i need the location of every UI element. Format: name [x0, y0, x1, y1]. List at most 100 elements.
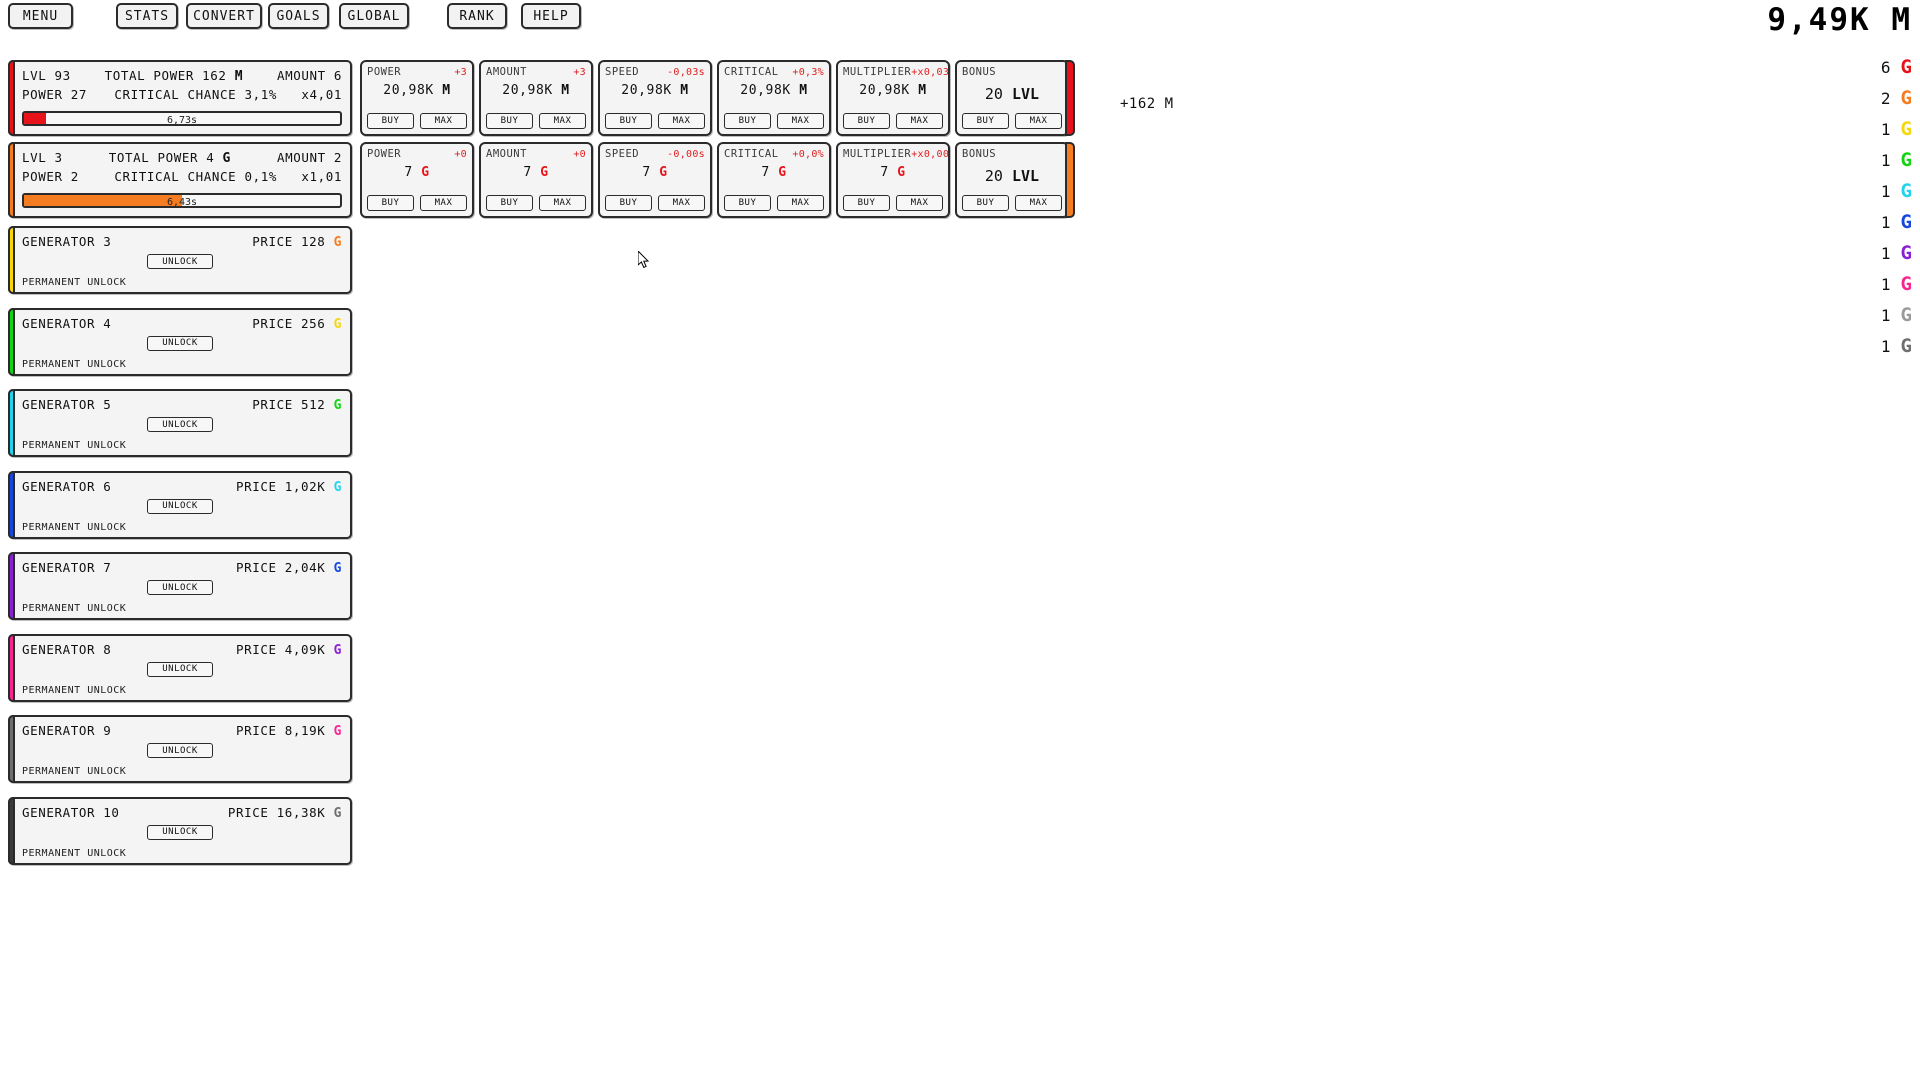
upgrade-cost: 7 G: [367, 165, 467, 180]
max-button[interactable]: MAX: [539, 195, 586, 211]
max-button[interactable]: MAX: [896, 113, 943, 129]
buy-button[interactable]: BUY: [486, 113, 533, 129]
bonus-card[interactable]: BONUS 20 LVL BUY MAX: [955, 142, 1069, 218]
upgrade-card-amount[interactable]: AMOUNT +0 7 G BUY MAX: [479, 142, 593, 218]
upgrade-buttons: BUY MAX: [724, 195, 824, 211]
generator-panel[interactable]: LVL 3 TOTAL POWER 4 G AMOUNT 2 POWER 2 CRITI…: [8, 142, 352, 218]
upgrade-cost-value: 7: [523, 165, 532, 180]
toolbar-button-help[interactable]: HELP: [521, 3, 581, 29]
locked-generator-card[interactable]: GENERATOR 5 PRICE 512 G UNLOCK PERMANENT UN…: [8, 389, 352, 457]
upgrade-card-power[interactable]: POWER +3 20,98K M BUY MAX: [360, 60, 474, 136]
upgrade-cost-value: 20,98K: [502, 83, 553, 98]
buy-button[interactable]: BUY: [724, 113, 771, 129]
locked-generator-price-unit: G: [333, 479, 342, 495]
upgrade-buttons: BUY MAX: [367, 113, 467, 129]
unlock-button[interactable]: UNLOCK: [147, 743, 213, 758]
buy-button[interactable]: BUY: [367, 195, 414, 211]
upgrade-card-multiplier[interactable]: MULTIPLIER +x0,03 20,98K M BUY MAX: [836, 60, 950, 136]
max-button[interactable]: MAX: [1015, 113, 1062, 129]
locked-generator-card[interactable]: GENERATOR 10 PRICE 16,38K G UNLOCK PERMANEN…: [8, 796, 352, 865]
generator-multiplier-value: x1,01: [301, 169, 342, 184]
toolbar-button-goals[interactable]: GOALS: [268, 3, 329, 29]
upgrade-name: SPEED: [605, 66, 640, 78]
locked-generator-color-stripe: [8, 226, 15, 294]
upgrade-delta: -0,00s: [667, 149, 705, 160]
toolbar-button-convert[interactable]: CONVERT: [186, 3, 262, 29]
locked-generator-price-unit: G: [333, 642, 342, 658]
unlock-button[interactable]: UNLOCK: [147, 661, 213, 677]
upgrade-header: POWER +0: [367, 148, 467, 160]
locked-generator-card[interactable]: GENERATOR 7 PRICE 2,04K G UNLOCK PERMANENT …: [8, 552, 352, 620]
upgrade-buttons: BUY MAX: [605, 195, 705, 211]
generator-line-stats: POWER 2 CRITICAL CHANCE 0,1% x1,01: [22, 169, 342, 188]
locked-generator-price-value: 8,19K: [284, 723, 326, 738]
generator-progress-bar: 6,73s: [22, 111, 342, 126]
permanent-unlock-note: PERMANENT UNLOCK: [22, 603, 127, 614]
upgrade-buttons: BUY MAX: [724, 113, 824, 129]
unlock-button[interactable]: UNLOCK: [147, 254, 213, 269]
locked-generator-card[interactable]: GENERATOR 8 PRICE 4,09K G UNLOCK PERMANENT …: [8, 633, 352, 702]
max-button[interactable]: MAX: [1015, 195, 1062, 211]
upgrade-cost: 20,98K M: [486, 83, 586, 98]
unlock-button[interactable]: UNLOCK: [147, 580, 213, 595]
upgrade-card-speed[interactable]: SPEED -0,00s 7 G BUY MAX: [598, 142, 712, 218]
buy-button[interactable]: BUY: [605, 113, 652, 129]
generator-total-power-unit: G: [222, 151, 231, 166]
locked-generator-price: PRICE 256 G: [252, 316, 342, 332]
locked-generator-card[interactable]: GENERATOR 9 PRICE 8,19K G UNLOCK PERMANENT …: [8, 715, 352, 783]
unlock-button[interactable]: UNLOCK: [147, 335, 213, 351]
locked-generator-card[interactable]: GENERATOR 6 PRICE 1,02K G UNLOCK PERMANENT …: [8, 470, 352, 539]
buy-button[interactable]: BUY: [605, 195, 652, 211]
generator-panel[interactable]: LVL 93 TOTAL POWER 162 M AMOUNT 6 POWER 27 C…: [8, 60, 352, 136]
generator-total-power: TOTAL POWER 162 M: [71, 68, 277, 84]
buy-button[interactable]: BUY: [843, 113, 890, 129]
unlock-button[interactable]: UNLOCK: [147, 417, 213, 432]
upgrade-card-multiplier[interactable]: MULTIPLIER +x0,00 7 G BUY MAX: [836, 142, 950, 218]
max-button[interactable]: MAX: [777, 113, 824, 129]
upgrade-card-amount[interactable]: AMOUNT +3 20,98K M BUY MAX: [479, 60, 593, 136]
upgrade-card-critical[interactable]: CRITICAL +0,0% 7 G BUY MAX: [717, 142, 831, 218]
upgrade-cost: 7 G: [724, 165, 824, 180]
upgrade-delta: +x0,03: [911, 67, 950, 78]
upgrade-card-critical[interactable]: CRITICAL +0,3% 20,98K M BUY MAX: [717, 60, 831, 136]
upgrade-header: CRITICAL +0,0%: [724, 148, 824, 160]
generator-row: LVL 3 TOTAL POWER 4 G AMOUNT 2 POWER 2 CRITI…: [8, 142, 1075, 218]
locked-generator-card[interactable]: GENERATOR 3 PRICE 128 G UNLOCK PERMANENT UN…: [8, 226, 352, 294]
toolbar-button-rank[interactable]: RANK: [447, 3, 507, 29]
resource-row: 1G: [1792, 331, 1912, 362]
resource-amount: 1: [1880, 306, 1891, 325]
max-button[interactable]: MAX: [896, 195, 943, 211]
unlock-button[interactable]: UNLOCK: [147, 498, 213, 514]
max-button[interactable]: MAX: [420, 195, 467, 211]
unlock-button[interactable]: UNLOCK: [147, 824, 213, 840]
buy-button[interactable]: BUY: [486, 195, 533, 211]
resource-row: 1G: [1792, 114, 1912, 145]
generator-amount-value: 6: [333, 68, 342, 83]
max-button[interactable]: MAX: [777, 195, 824, 211]
generator-total-power-unit: M: [234, 69, 244, 84]
max-button[interactable]: MAX: [539, 113, 586, 129]
bonus-card[interactable]: BONUS 20 LVL BUY MAX: [955, 60, 1069, 136]
buy-button[interactable]: BUY: [962, 195, 1009, 211]
max-button[interactable]: MAX: [420, 113, 467, 129]
upgrade-cost: 7 G: [843, 165, 943, 180]
max-button[interactable]: MAX: [658, 113, 705, 129]
upgrade-card-speed[interactable]: SPEED -0,03s 20,98K M BUY MAX: [598, 60, 712, 136]
bonus-name: BONUS: [962, 148, 997, 160]
toolbar-button-stats[interactable]: STATS: [116, 3, 178, 29]
upgrade-name: MULTIPLIER: [843, 66, 912, 78]
buy-button[interactable]: BUY: [962, 113, 1009, 129]
locked-generator-price-label: PRICE: [236, 478, 277, 494]
resource-list: 6G2G1G1G1G1G1G1G1G1G: [1792, 52, 1912, 362]
buy-button[interactable]: BUY: [724, 195, 771, 211]
toolbar-button-menu[interactable]: MENU: [8, 3, 73, 29]
toolbar-button-global[interactable]: GLOBAL: [339, 3, 409, 29]
buy-button[interactable]: BUY: [367, 113, 414, 129]
buy-button[interactable]: BUY: [843, 195, 890, 211]
generator-amount-value: 2: [333, 150, 342, 165]
upgrade-card-power[interactable]: POWER +0 7 G BUY MAX: [360, 142, 474, 218]
upgrade-cost-value: 20,98K: [383, 83, 434, 98]
top-toolbar: MENU STATS CONVERT GOALS GLOBAL RANK HELP: [0, 0, 1400, 36]
locked-generator-card[interactable]: GENERATOR 4 PRICE 256 G UNLOCK PERMANENT UN…: [8, 307, 352, 376]
max-button[interactable]: MAX: [658, 195, 705, 211]
